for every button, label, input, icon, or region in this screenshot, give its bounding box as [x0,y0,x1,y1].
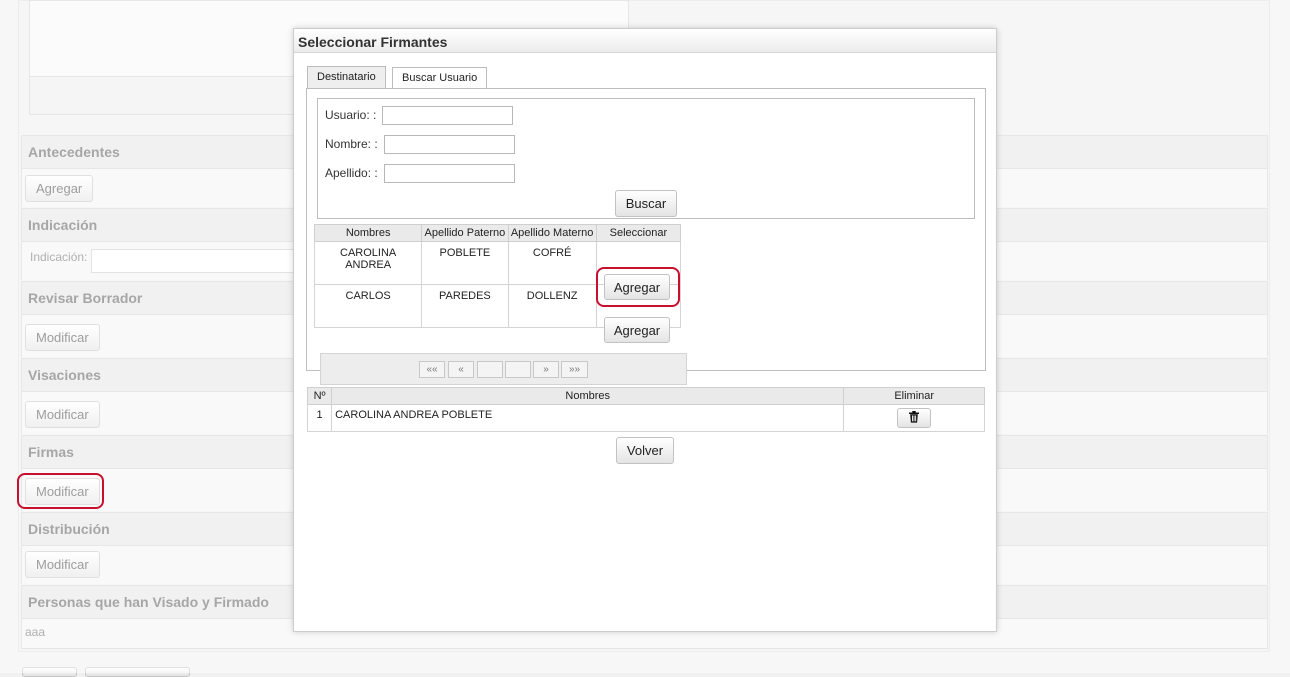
cell-eliminar [843,404,985,432]
col-apellido-paterno: Apellido Paterno [421,224,509,242]
buscar-button[interactable]: Buscar [615,190,677,217]
cell-nombres: CAROLINA ANDREA POBLETE [331,404,845,432]
apellido-label: Apellido: : [325,166,378,180]
search-form: Usuario: : Nombre: : Apellido: : Buscar [317,98,975,219]
agregar-row-1-highlight [596,267,680,307]
results-pager: «« « » »» [320,353,687,385]
tab-buscar-usuario[interactable]: Buscar Usuario [392,67,488,89]
results-header-row: Nombres Apellido Paterno Apellido Matern… [313,224,682,242]
col-nombres: Nombres [313,224,423,242]
col-nombres: Nombres [331,387,845,405]
cell-materno: COFRÉ [507,241,597,285]
cell-paterno: POBLETE [421,241,509,285]
table-row: 1 CAROLINA ANDREA POBLETE [306,404,985,432]
seleccionar-firmantes-dialog: Seleccionar Firmantes Destinatario Busca… [293,28,997,632]
eliminar-button[interactable] [897,408,932,428]
cell-num: 1 [306,404,333,432]
cell-materno: DOLLENZ [507,284,597,328]
selected-header-row: Nº Nombres Eliminar [306,387,985,405]
buscar-usuario-panel: Usuario: : Nombre: : Apellido: : Buscar … [306,88,986,385]
pager-next-button[interactable]: » [533,361,559,378]
dialog-title: Seleccionar Firmantes [294,29,996,53]
apellido-input[interactable] [384,164,515,183]
pager-page-box-2[interactable] [505,361,531,378]
pager-last-button[interactable]: »» [561,361,588,378]
trash-icon [909,411,920,423]
volver-button[interactable]: Volver [616,437,674,464]
cell-paterno: PAREDES [421,284,509,328]
nombre-input[interactable] [384,135,515,154]
nombre-label: Nombre: : [325,137,378,151]
col-eliminar: Eliminar [843,387,985,405]
usuario-input[interactable] [382,106,513,125]
firmas-modificar-highlight [17,473,104,509]
agregar-button-row-2[interactable]: Agregar [604,317,670,343]
selected-table: Nº Nombres Eliminar 1 CAROLINA ANDREA PO… [306,387,985,432]
col-seleccionar: Seleccionar [595,224,682,242]
cell-nombres: CARLOS [313,284,423,328]
pager-prev-button[interactable]: « [448,361,474,378]
usuario-label: Usuario: : [325,108,377,122]
col-num: Nº [306,387,333,405]
pager-page-box[interactable] [477,361,503,378]
pager-first-button[interactable]: «« [419,361,445,378]
col-apellido-materno: Apellido Materno [507,224,597,242]
tab-destinatario[interactable]: Destinatario [307,66,386,88]
cell-nombres: CAROLINA ANDREA [313,241,423,285]
